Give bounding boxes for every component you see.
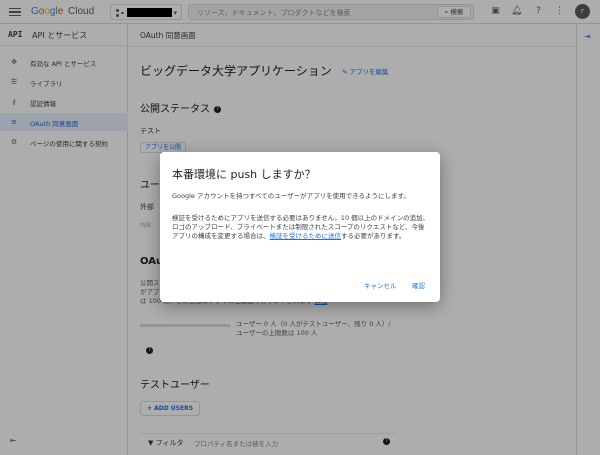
cancel-button[interactable]: キャンセル	[364, 280, 397, 290]
push-to-production-dialog: 本番環境に push しますか？ Google アカウントを持つすべてのユーザー…	[160, 152, 440, 302]
dialog-title: 本番環境に push しますか？	[172, 168, 316, 181]
dialog-paragraph-2: 検証を受けるためにアプリを送信する必要はありません。10 個以上のドメインの追加…	[172, 214, 430, 240]
confirm-button[interactable]: 確認	[412, 280, 425, 290]
submit-for-verification-link[interactable]: 検証を受けるために送信	[270, 232, 342, 240]
dialog-paragraph-1: Google アカウントを持つすべてのユーザーがアプリを使用できるようにします。	[172, 192, 410, 200]
